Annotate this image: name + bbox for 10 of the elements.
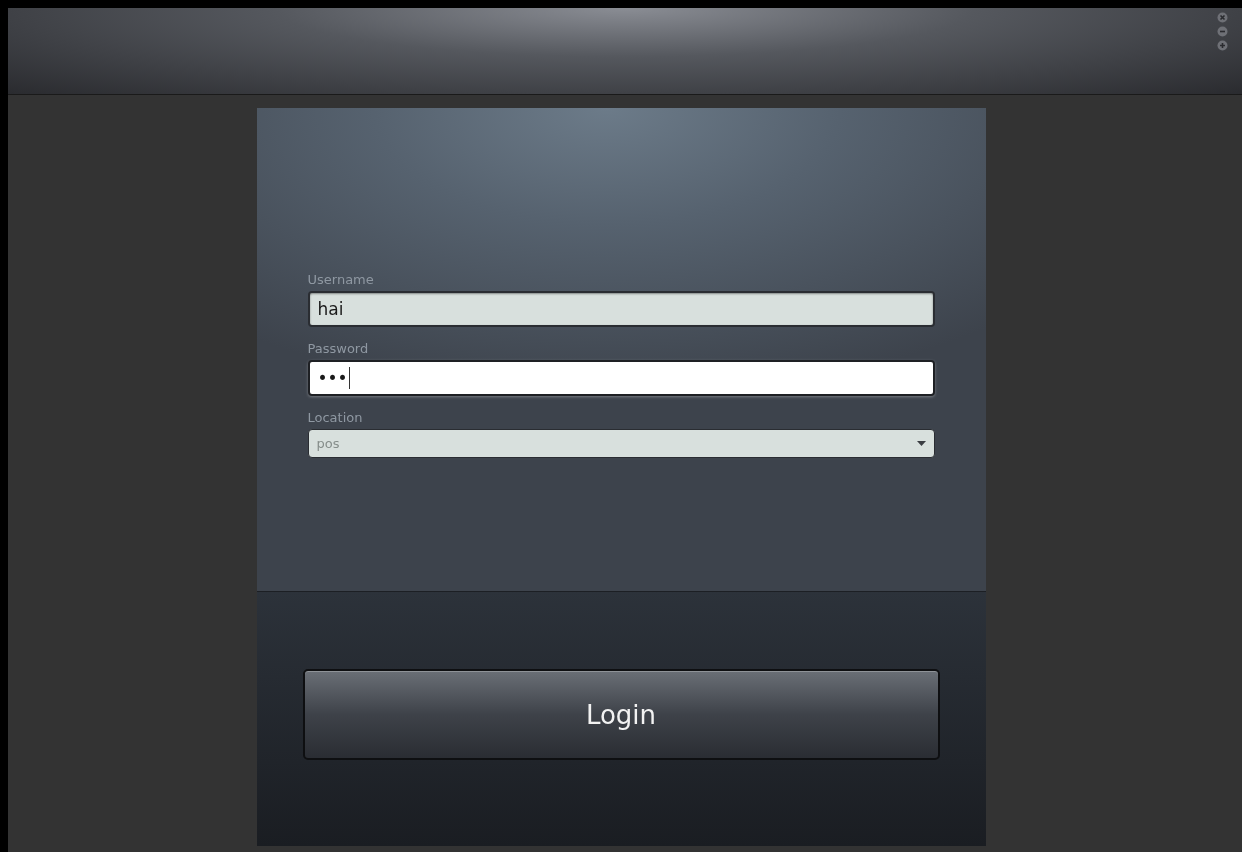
close-icon[interactable]: [1217, 12, 1228, 23]
caret-icon: [916, 441, 926, 446]
login-button[interactable]: Login: [302, 669, 940, 760]
field-label: Password: [307, 341, 370, 357]
input-field[interactable]: hai: [307, 291, 935, 327]
input-field[interactable]: •••: [307, 360, 935, 396]
field-label: Location: [307, 410, 364, 426]
field-label: Username: [307, 272, 375, 288]
maximize-icon[interactable]: [1217, 40, 1228, 51]
minimize-icon[interactable]: [1217, 26, 1228, 37]
